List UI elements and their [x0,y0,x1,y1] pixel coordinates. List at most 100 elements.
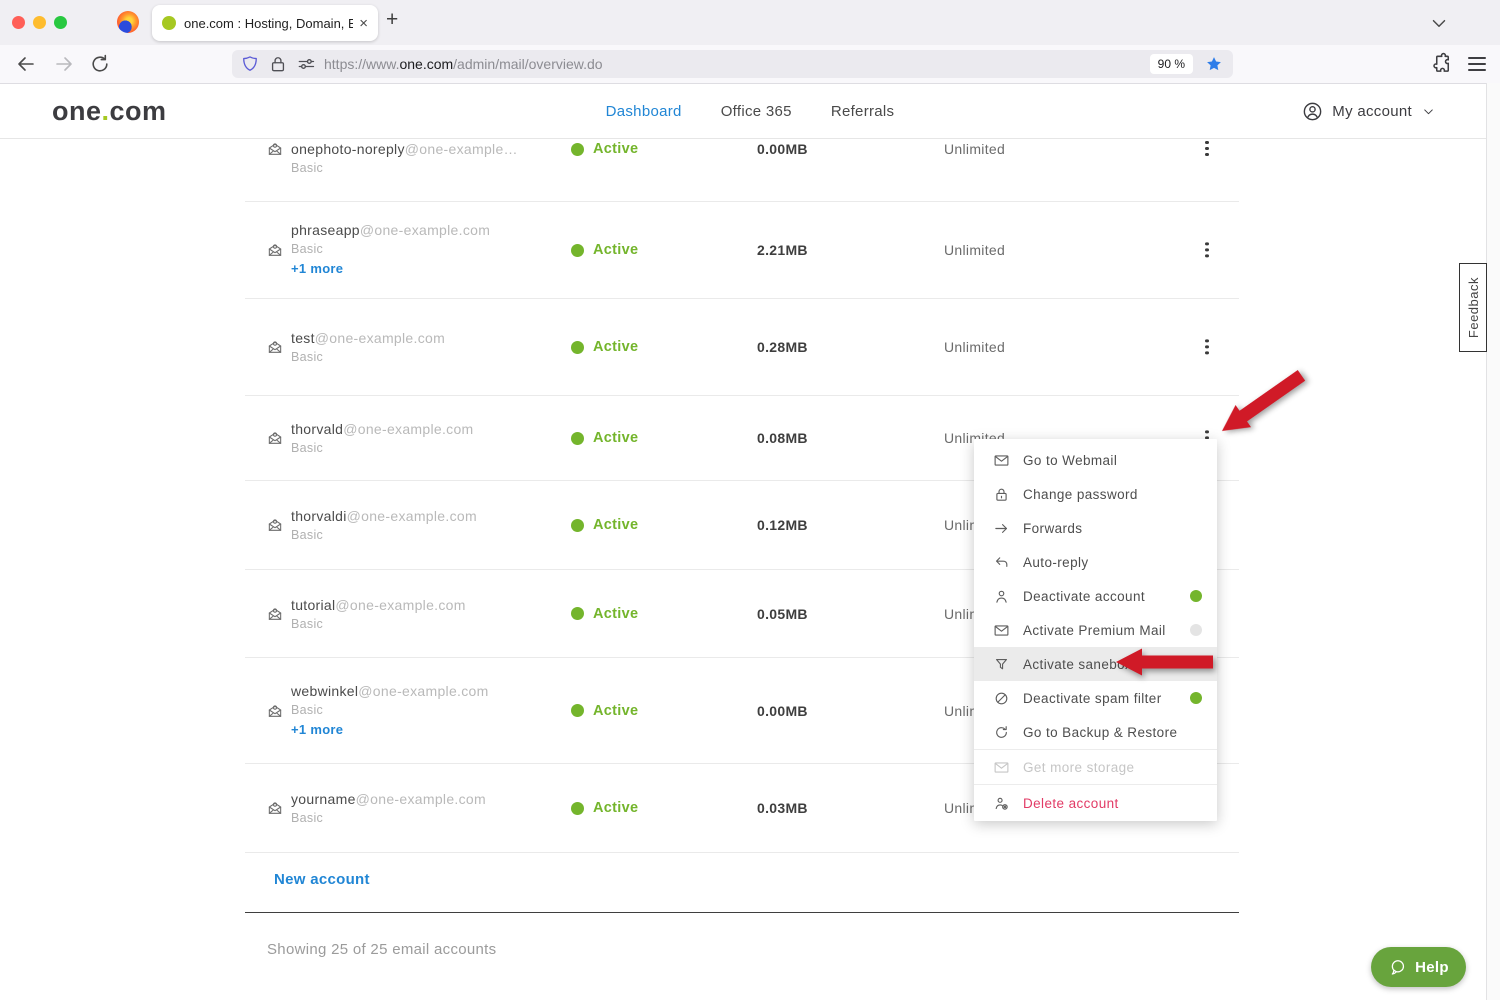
nav-dashboard[interactable]: Dashboard [606,103,682,120]
menu-hamburger-icon[interactable] [1468,57,1486,71]
browser-tab-strip: one.com : Hosting, Domain, Ema × + [0,0,1500,45]
firefox-icon [117,11,139,33]
status-dot [571,607,584,620]
zoom-window-button[interactable] [54,16,67,29]
browser-tab[interactable]: one.com : Hosting, Domain, Ema × [152,5,378,41]
status-dot [571,704,584,717]
account-actions-menu: Go to Webmail Change password Forwards A… [974,439,1217,821]
back-button[interactable] [14,52,38,76]
menu-status-dot-green [1190,590,1202,602]
menu-item-go-to-webmail[interactable]: Go to Webmail [974,443,1217,477]
menu-item-deactivate-account[interactable]: Deactivate account [974,579,1217,613]
status: Active [571,242,638,258]
close-window-button[interactable] [12,16,25,29]
forward-button[interactable] [52,52,76,76]
site-header: one.com DashboardOffice 365Referrals My … [0,84,1500,139]
mailbox-size: 0.08MB [757,430,808,446]
menu-item-go-to-backup-restore[interactable]: Go to Backup & Restore [974,715,1217,749]
more-aliases-link[interactable]: +1 more [291,722,343,737]
window-controls [12,16,67,29]
status: Active [571,800,638,816]
account-identity: thorvald@one-example.com Basic [291,421,474,455]
mailbox-size: 0.12MB [757,517,808,533]
more-aliases-link[interactable]: +1 more [291,261,343,276]
person-remove-icon [993,795,1010,812]
email-domain: @one-example.com [335,597,465,613]
url-domain: one.com [399,56,453,72]
menu-item-forwards[interactable]: Forwards [974,511,1217,545]
feedback-tab[interactable]: Feedback [1459,263,1487,352]
my-account-menu[interactable]: My account [1302,84,1436,138]
restore-icon [993,724,1010,741]
email-name: yourname [291,791,356,807]
status-dot [571,802,584,815]
reload-button[interactable] [88,52,112,76]
email-name: onephoto-noreply [291,141,405,157]
email-name: thorvald [291,421,343,437]
bookmark-star-icon[interactable] [1205,55,1223,73]
scrollbar[interactable] [1486,83,1500,1000]
email-address: onephoto-noreply@one-example… [291,141,518,157]
tab-list-chevron-icon[interactable] [1428,12,1450,34]
status-dot [571,519,584,532]
email-name: phraseapp [291,222,360,238]
email-address: yourname@one-example.com [291,791,486,807]
account-chevron-down-icon [1421,104,1436,119]
quota: Unlimited [944,339,1005,355]
nav-referrals[interactable]: Referrals [831,103,895,120]
envelope-icon [993,622,1010,639]
help-button[interactable]: Help [1371,947,1466,987]
email-address: webwinkel@one-example.com [291,683,489,699]
lock-icon[interactable] [268,54,288,74]
account-identity: onephoto-noreply@one-example… Basic [291,141,518,175]
mail-account-icon [267,430,283,446]
tracking-protection-shield-icon[interactable] [240,54,260,74]
plan-label: Basic [291,350,445,364]
mail-account-icon [267,141,283,157]
arrow-right-icon [993,520,1010,537]
status-label: Active [593,606,638,622]
email-name: thorvaldi [291,508,347,524]
status: Active [571,517,638,533]
status-dot [571,432,584,445]
new-account-link[interactable]: New account [274,871,370,888]
menu-status-dot-green [1190,692,1202,704]
menu-item-deactivate-spam-filter[interactable]: Deactivate spam filter [974,681,1217,715]
extensions-puzzle-icon[interactable] [1431,52,1454,75]
minimize-window-button[interactable] [33,16,46,29]
accounts-summary-text: Showing 25 of 25 email accounts [267,941,496,958]
new-tab-button[interactable]: + [386,8,398,32]
nav-office-365[interactable]: Office 365 [721,103,792,120]
menu-item-get-more-storage: Get more storage [974,749,1217,784]
menu-item-delete-account[interactable]: Delete account [974,784,1217,821]
row-actions-kebab[interactable] [1197,141,1217,156]
email-address: thorvaldi@one-example.com [291,508,477,524]
email-domain: @one-example.com [360,222,490,238]
feedback-label: Feedback [1466,277,1481,338]
url-text[interactable]: https://www.one.com/admin/mail/overview.… [324,56,1150,72]
email-domain: @one-example.com [356,791,486,807]
status-label: Active [593,703,638,719]
menu-item-change-password[interactable]: Change password [974,477,1217,511]
status-dot [571,341,584,354]
url-bar[interactable]: https://www.one.com/admin/mail/overview.… [232,50,1233,78]
help-label: Help [1415,959,1449,976]
menu-item-auto-reply[interactable]: Auto-reply [974,545,1217,579]
menu-item-activate-premium-mail[interactable]: Activate Premium Mail [974,613,1217,647]
reply-icon [993,554,1010,571]
email-domain: @one-example… [405,141,518,157]
table-row-phraseapp: phraseapp@one-example.com Basic +1 more … [245,202,1239,299]
row-actions-kebab[interactable] [1197,242,1217,257]
mailbox-size: 2.21MB [757,242,808,258]
row-actions-kebab[interactable] [1197,339,1217,354]
status-dot [571,244,584,257]
tab-close-icon[interactable]: × [359,15,368,32]
account-avatar-icon [1302,101,1323,122]
permissions-icon[interactable] [296,54,316,74]
lock-icon [993,486,1010,503]
status: Active [571,703,638,719]
email-address: test@one-example.com [291,330,445,346]
status-label: Active [593,517,638,533]
zoom-level-badge[interactable]: 90 % [1150,54,1193,74]
table-row-onephoto-noreply: onephoto-noreply@one-example… Basic Acti… [245,138,1239,202]
